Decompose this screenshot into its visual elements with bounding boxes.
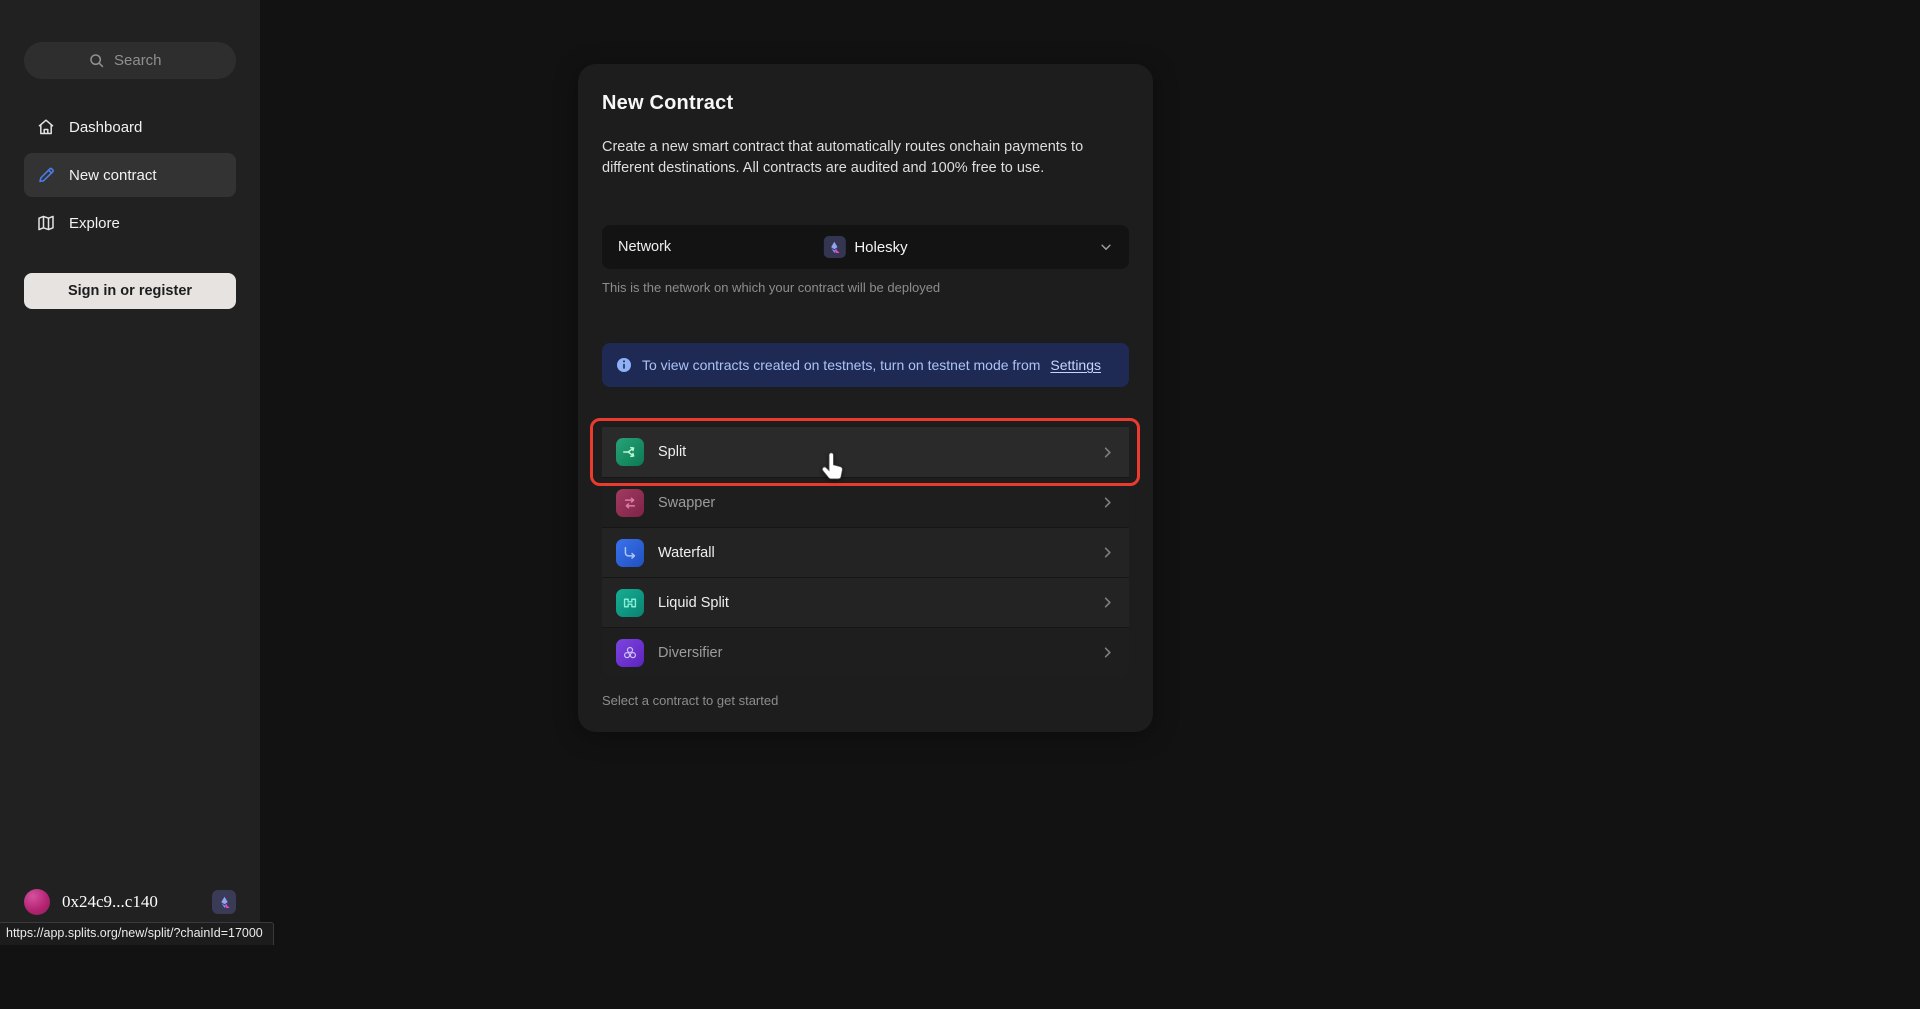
info-icon: [616, 357, 632, 373]
network-select-label: Network: [618, 239, 671, 255]
search-input[interactable]: [114, 52, 172, 69]
contract-row-label: Split: [658, 444, 686, 460]
chevron-right-icon: [1100, 645, 1115, 660]
contract-row-swapper[interactable]: Swapper: [602, 477, 1129, 527]
holesky-network-icon: [217, 895, 232, 910]
network-badge[interactable]: [212, 890, 236, 914]
list-footer-hint: Select a contract to get started: [602, 693, 1129, 708]
network-helper-text: This is the network on which your contra…: [602, 280, 1129, 295]
sidebar-item-dashboard[interactable]: Dashboard: [24, 105, 236, 149]
contract-type-list: Split Swapper: [602, 427, 1129, 677]
sidebar-item-label: Explore: [69, 215, 120, 232]
wallet-avatar[interactable]: [24, 889, 50, 915]
chevron-right-icon: [1100, 545, 1115, 560]
chevron-down-icon: [1099, 240, 1113, 254]
swapper-icon: [616, 489, 644, 517]
liquid-split-icon: [616, 589, 644, 617]
banner-text: To view contracts created on testnets, t…: [642, 357, 1040, 373]
card-description: Create a new smart contract that automat…: [602, 137, 1124, 179]
chevron-right-icon: [1100, 595, 1115, 610]
diversifier-icon: [616, 639, 644, 667]
split-icon: [616, 438, 644, 466]
sidebar: Dashboard New contract Explore Sign in o…: [0, 0, 260, 945]
contract-row-label: Waterfall: [658, 545, 715, 561]
sidebar-item-explore[interactable]: Explore: [24, 201, 236, 245]
contract-row-label: Swapper: [658, 495, 715, 511]
new-contract-card: New Contract Create a new smart contract…: [578, 64, 1153, 732]
settings-link[interactable]: Settings: [1050, 357, 1101, 373]
testnet-info-banner: To view contracts created on testnets, t…: [602, 343, 1129, 387]
contract-row-label: Diversifier: [658, 645, 722, 661]
contract-row-liquid-split[interactable]: Liquid Split: [602, 577, 1129, 627]
contract-row-diversifier[interactable]: Diversifier: [602, 627, 1129, 677]
search-bar[interactable]: [24, 42, 236, 79]
chevron-right-icon: [1100, 445, 1115, 460]
wallet-row: 0x24c9...c140: [24, 889, 236, 915]
page-title: New Contract: [602, 92, 1129, 115]
contract-row-label: Liquid Split: [658, 595, 729, 611]
contract-row-split[interactable]: Split: [602, 427, 1129, 477]
holesky-network-icon: [823, 236, 845, 258]
home-icon: [36, 117, 56, 137]
chevron-right-icon: [1100, 495, 1115, 510]
status-bar-url: https://app.splits.org/new/split/?chainI…: [0, 922, 274, 945]
network-selected-name: Holesky: [854, 239, 907, 256]
search-icon: [88, 52, 105, 69]
waterfall-icon: [616, 539, 644, 567]
wallet-address[interactable]: 0x24c9...c140: [62, 892, 158, 912]
contract-row-waterfall[interactable]: Waterfall: [602, 527, 1129, 577]
sign-in-button[interactable]: Sign in or register: [24, 273, 236, 309]
sidebar-item-label: Dashboard: [69, 119, 142, 136]
pencil-icon: [36, 165, 56, 185]
sidebar-item-new-contract[interactable]: New contract: [24, 153, 236, 197]
sidebar-item-label: New contract: [69, 167, 157, 184]
map-icon: [36, 213, 56, 233]
network-select-value: Holesky: [823, 236, 907, 258]
network-select[interactable]: Network Holesky: [602, 225, 1129, 269]
main-area: New Contract Create a new smart contract…: [260, 64, 1920, 732]
sidebar-nav: Dashboard New contract Explore: [24, 105, 236, 245]
